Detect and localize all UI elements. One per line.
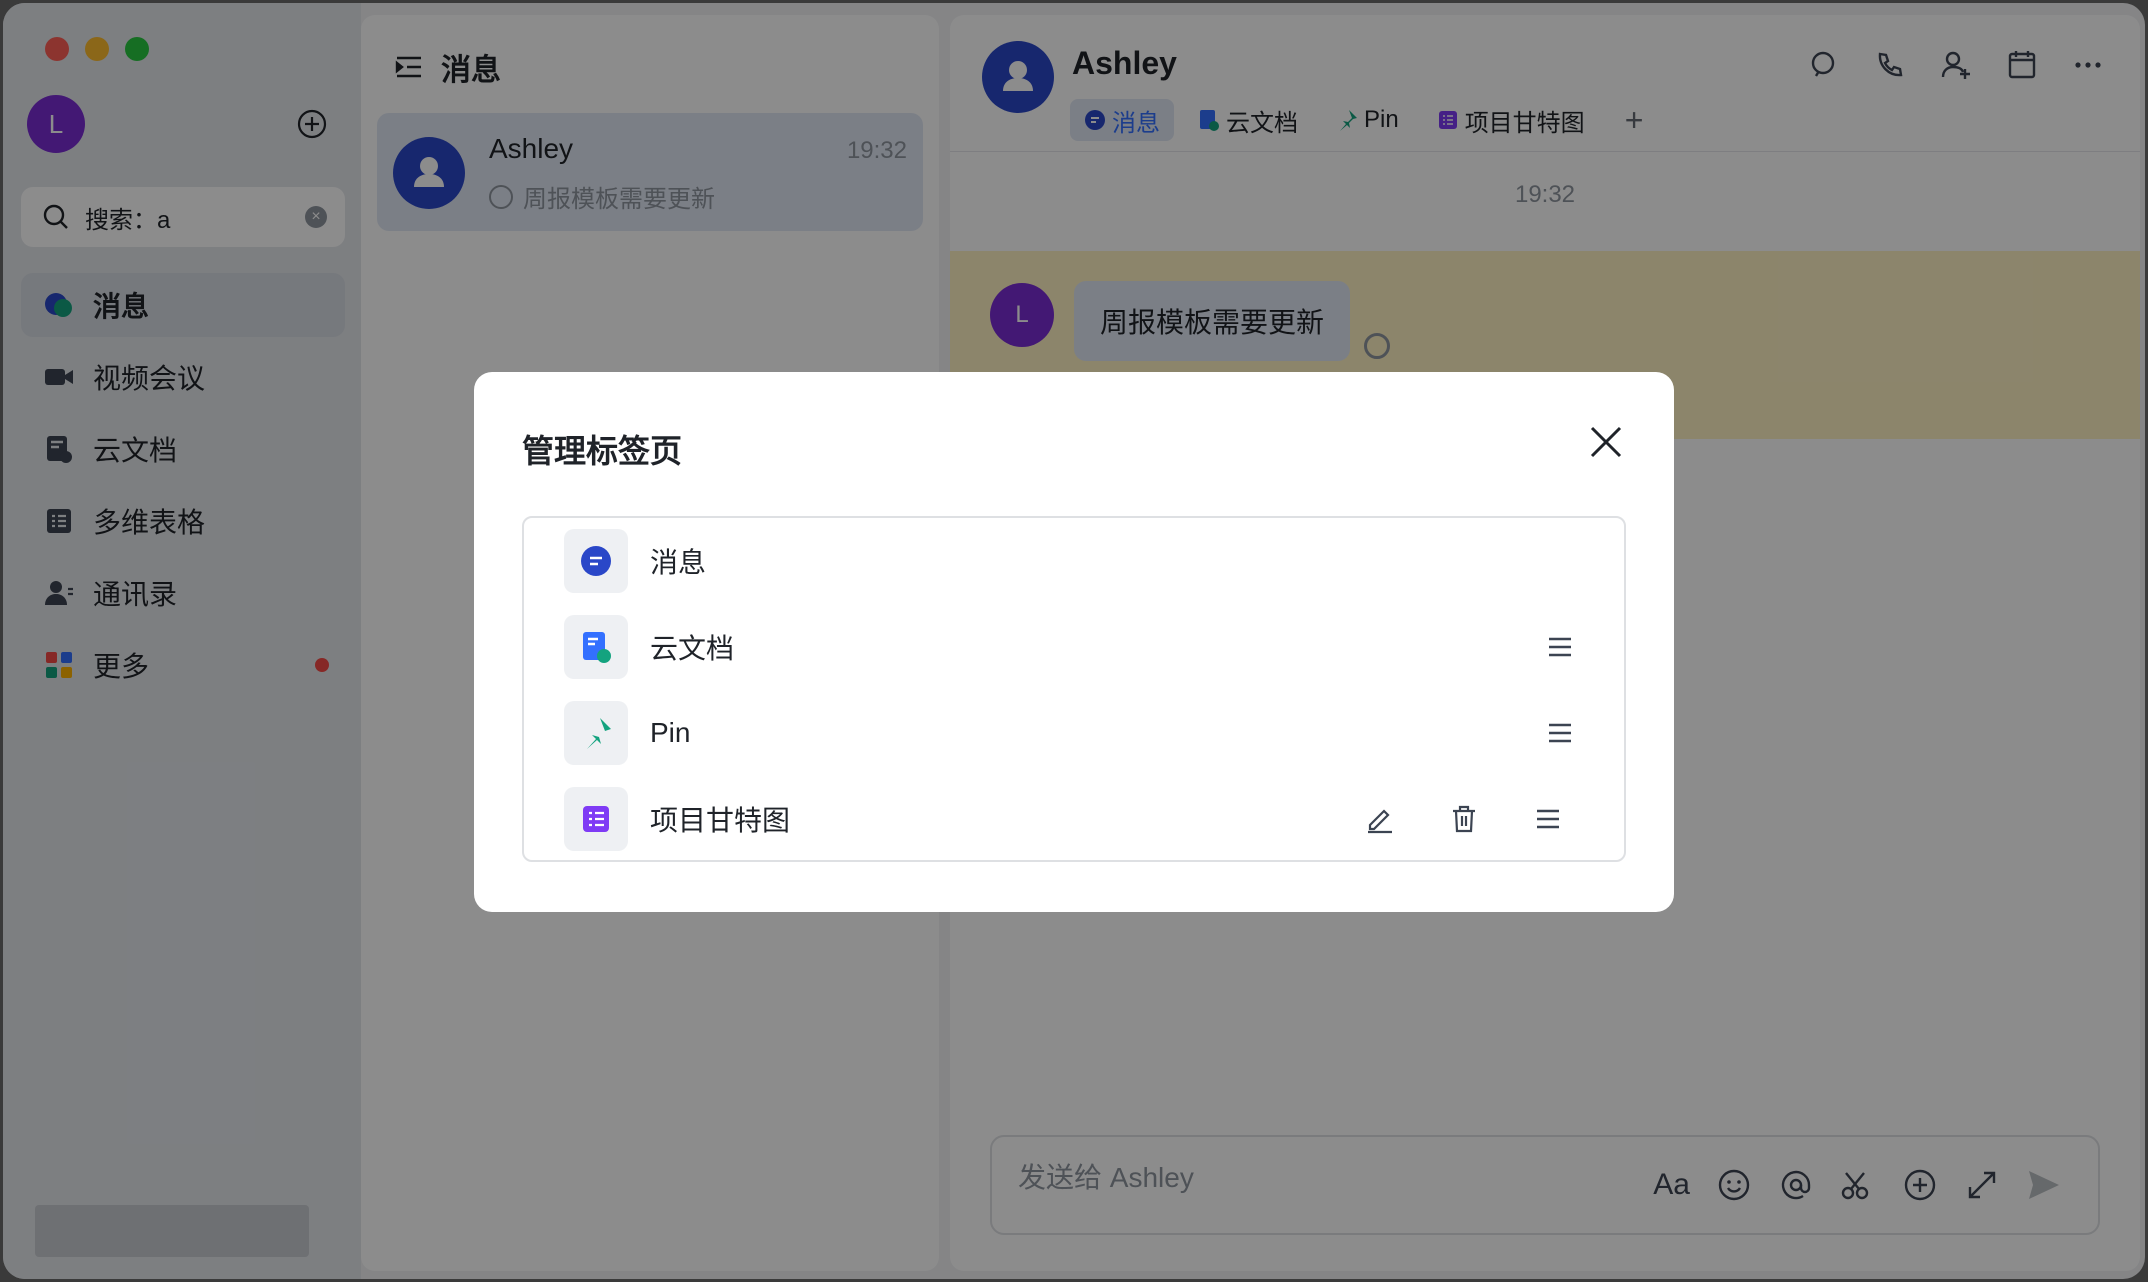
tab-row-label: 消息	[650, 547, 707, 578]
row-actions	[1530, 617, 1590, 677]
tab-row-pin[interactable]: Pin	[524, 690, 1624, 776]
row-actions	[1530, 703, 1590, 763]
close-icon[interactable]	[1586, 422, 1626, 462]
tab-icon-box	[564, 529, 628, 593]
tab-row-cloud-docs[interactable]: 云文档	[524, 604, 1624, 690]
tab-row-label: 云文档	[650, 633, 735, 664]
tab-list: 消息 云文档 Pin 项目甘特图	[522, 516, 1626, 862]
dialog-title: 管理标签页	[522, 433, 683, 469]
tab-icon-box	[564, 787, 628, 851]
chat-bubble-icon	[581, 546, 611, 576]
tab-icon-box	[564, 615, 628, 679]
tab-row-gantt[interactable]: 项目甘特图	[524, 776, 1624, 862]
delete-trash-icon[interactable]	[1434, 789, 1494, 849]
row-actions	[1338, 789, 1590, 849]
tab-row-messages[interactable]: 消息	[524, 518, 1624, 604]
tab-icon-box	[564, 701, 628, 765]
edit-pencil-icon[interactable]	[1350, 789, 1410, 849]
tab-row-label: 项目甘特图	[650, 805, 791, 836]
pin-icon	[587, 718, 611, 749]
manage-tabs-dialog: 管理标签页 消息 云文档 Pin 项目甘特图	[474, 372, 1674, 912]
tab-row-label: Pin	[650, 717, 691, 748]
drag-handle-icon[interactable]	[1518, 789, 1578, 849]
drag-handle-icon[interactable]	[1530, 617, 1590, 677]
drag-handle-icon[interactable]	[1530, 703, 1590, 763]
cloud-doc-icon	[583, 632, 611, 663]
gantt-icon	[583, 806, 609, 832]
